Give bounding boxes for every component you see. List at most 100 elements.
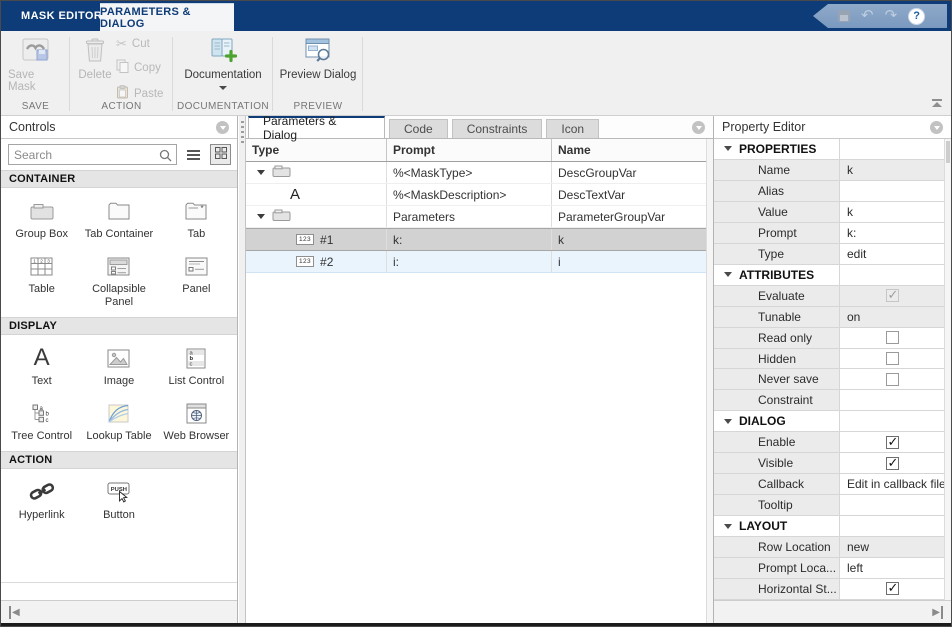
control-item-list-control[interactable]: abc List Control bbox=[158, 344, 235, 388]
control-item-tree-control[interactable]: abc Tree Control bbox=[3, 399, 80, 443]
collapse-right-panel-icon[interactable]: ▶ bbox=[932, 606, 943, 619]
copy-button[interactable]: Copy bbox=[116, 59, 163, 76]
control-item-hyperlink[interactable]: Hyperlink bbox=[3, 478, 80, 522]
control-item-group-box[interactable]: Group Box bbox=[3, 197, 80, 241]
preview-dialog-button[interactable]: Preview Dialog bbox=[279, 36, 357, 81]
column-header-name[interactable]: Name bbox=[551, 139, 713, 161]
property-section-layout[interactable]: LAYOUT bbox=[714, 516, 944, 537]
property-row-read-only: Read only bbox=[714, 328, 944, 349]
editor-tabbar: Parameters & Dialog Code Constraints Ico… bbox=[246, 116, 713, 139]
expander-icon[interactable] bbox=[257, 170, 265, 175]
tab-code[interactable]: Code bbox=[389, 119, 448, 138]
property-value-type[interactable]: edit bbox=[840, 244, 944, 265]
ribbon-group-action: Delete ✂ Cut Copy Paste bbox=[70, 31, 173, 115]
list-view-button[interactable] bbox=[183, 144, 204, 165]
documentation-button[interactable]: Documentation bbox=[178, 36, 268, 90]
left-splitter[interactable] bbox=[239, 116, 246, 623]
control-item-button[interactable]: PUSH Button bbox=[80, 478, 157, 522]
svg-text:c: c bbox=[190, 361, 193, 367]
list-control-icon: abc bbox=[186, 344, 206, 372]
property-value-alias[interactable] bbox=[840, 181, 944, 202]
section-container: CONTAINER bbox=[1, 170, 237, 188]
undo-icon[interactable]: ↶ bbox=[861, 9, 874, 23]
property-section-dialog[interactable]: DIALOG bbox=[714, 411, 944, 432]
cut-button[interactable]: ✂ Cut bbox=[116, 38, 163, 50]
preview-dialog-icon bbox=[304, 36, 333, 66]
property-value-constraint[interactable] bbox=[840, 390, 944, 411]
group-label-preview: PREVIEW bbox=[273, 101, 363, 112]
search-input[interactable] bbox=[9, 148, 176, 162]
horizontal-stretch-checkbox[interactable] bbox=[886, 582, 899, 595]
hidden-checkbox[interactable] bbox=[886, 352, 899, 365]
column-header-prompt[interactable]: Prompt bbox=[386, 139, 551, 161]
editor-collapse-icon[interactable] bbox=[692, 121, 705, 134]
cut-label: Cut bbox=[132, 38, 150, 50]
tab-container-icon bbox=[108, 197, 130, 225]
visible-checkbox[interactable] bbox=[886, 457, 899, 470]
property-row-callback: Callback Edit in callback file bbox=[714, 474, 944, 495]
expander-icon[interactable] bbox=[257, 214, 265, 219]
property-row-type: Type edit bbox=[714, 244, 944, 265]
property-editor-title: Property Editor bbox=[722, 120, 805, 134]
control-item-web-browser[interactable]: Web Browser bbox=[158, 399, 235, 443]
property-value-value[interactable]: k bbox=[840, 202, 944, 223]
tab-icon[interactable]: Icon bbox=[546, 119, 599, 138]
control-item-collapsible-panel[interactable]: Collapsible Panel bbox=[80, 252, 157, 309]
read-only-checkbox[interactable] bbox=[886, 331, 899, 344]
tab-parameters-dialog[interactable]: PARAMETERS & DIALOG bbox=[100, 3, 234, 31]
control-item-text[interactable]: Text bbox=[3, 344, 80, 388]
control-item-table[interactable]: 123 Table bbox=[3, 252, 80, 309]
save-icon[interactable] bbox=[838, 10, 850, 22]
delete-label: Delete bbox=[78, 69, 111, 81]
list-view-icon bbox=[187, 150, 200, 152]
save-mask-icon bbox=[21, 36, 51, 66]
never-save-checkbox[interactable] bbox=[886, 373, 899, 386]
table-row-parameter-1[interactable]: #1 k: k bbox=[246, 228, 713, 251]
control-item-tab-container[interactable]: Tab Container bbox=[80, 197, 157, 241]
text-row-icon bbox=[290, 187, 300, 202]
save-mask-button[interactable]: Save Mask bbox=[8, 36, 64, 93]
property-value-callback[interactable]: Edit in callback file bbox=[840, 474, 944, 495]
controls-collapse-icon[interactable] bbox=[216, 121, 229, 134]
main-area: Controls bbox=[1, 116, 951, 623]
help-icon[interactable]: ? bbox=[908, 8, 925, 25]
table-row-desc-text[interactable]: %<MaskDescription> DescTextVar bbox=[246, 184, 713, 206]
redo-icon[interactable]: ↷ bbox=[885, 9, 898, 23]
property-row-name: Name k bbox=[714, 160, 944, 181]
control-item-lookup-table[interactable]: Lookup Table bbox=[80, 399, 157, 443]
table-row-parameter-2[interactable]: #2 i: i bbox=[246, 251, 713, 273]
collapse-left-panel-icon[interactable]: ◀ bbox=[9, 606, 20, 619]
svg-text:3: 3 bbox=[47, 258, 50, 263]
tab-parameters-and-dialog[interactable]: Parameters & Dialog bbox=[248, 116, 385, 138]
panel-icon bbox=[185, 252, 208, 280]
minimize-ribbon-icon[interactable] bbox=[931, 99, 943, 107]
table-row-parameters-group[interactable]: Parameters ParameterGroupVar bbox=[246, 206, 713, 228]
property-value-tunable[interactable]: on bbox=[840, 307, 944, 328]
delete-button[interactable]: Delete bbox=[75, 36, 115, 81]
enable-checkbox[interactable] bbox=[886, 436, 899, 449]
grid-view-button[interactable] bbox=[210, 144, 231, 165]
column-header-type[interactable]: Type bbox=[246, 139, 386, 161]
property-value-name[interactable]: k bbox=[840, 160, 944, 181]
property-section-properties[interactable]: PROPERTIES bbox=[714, 139, 944, 160]
property-value-prompt-location[interactable]: left bbox=[840, 558, 944, 579]
property-section-attributes[interactable]: ATTRIBUTES bbox=[714, 265, 944, 286]
control-item-panel[interactable]: Panel bbox=[158, 252, 235, 309]
property-value-row-location[interactable]: new bbox=[840, 537, 944, 558]
control-item-tab[interactable]: * Tab bbox=[158, 197, 235, 241]
table-row-desc-group[interactable]: %<MaskType> DescGroupVar bbox=[246, 162, 713, 184]
tab-constraints[interactable]: Constraints bbox=[452, 119, 543, 138]
quick-access-toolbar: ↶ ↷ ? bbox=[813, 4, 947, 28]
paste-button[interactable]: Paste bbox=[116, 85, 163, 102]
property-value-tooltip[interactable] bbox=[840, 495, 944, 516]
section-expander-icon bbox=[724, 146, 732, 151]
control-item-image[interactable]: Image bbox=[80, 344, 157, 388]
section-action: ACTION bbox=[1, 451, 237, 469]
delete-icon bbox=[83, 36, 107, 66]
tab-icon: * bbox=[185, 197, 207, 225]
property-editor-collapse-icon[interactable] bbox=[930, 121, 943, 134]
copy-label: Copy bbox=[134, 62, 161, 74]
property-value-prompt[interactable]: k: bbox=[840, 223, 944, 244]
property-editor-scrollbar[interactable] bbox=[944, 139, 951, 600]
editor-scrollbar[interactable] bbox=[706, 139, 713, 623]
